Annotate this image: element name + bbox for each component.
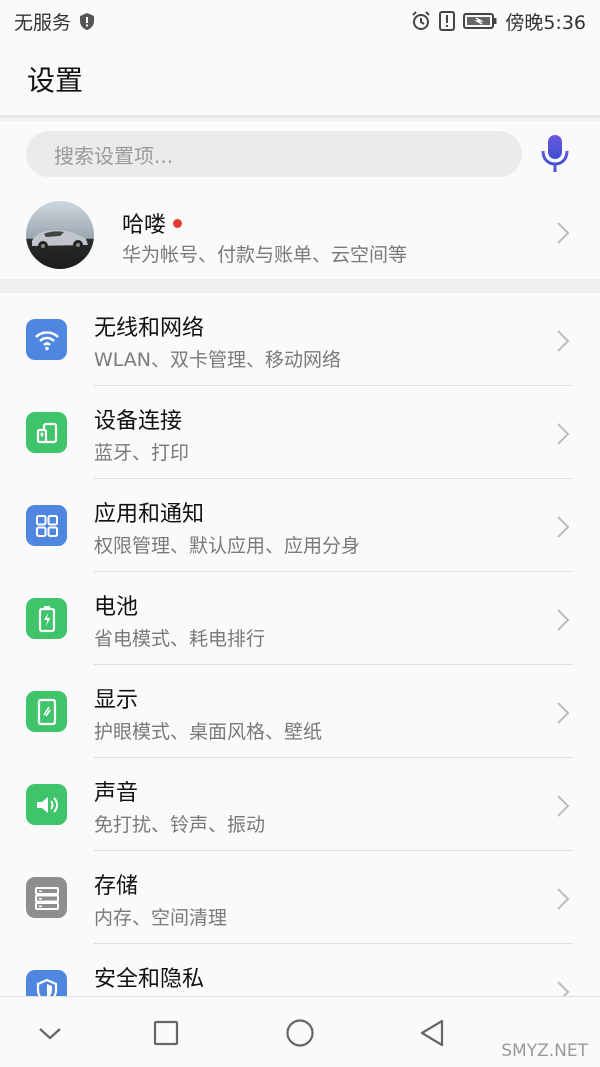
battery-icon [463,13,497,29]
chevron-down-icon[interactable] [33,1016,67,1050]
settings-item-battery[interactable]: 电池 省电模式、耗电排行 [0,572,600,665]
item-subtitle: 省电模式、耗电排行 [94,628,266,650]
item-title: 显示 [94,688,139,713]
item-subtitle: WLAN、双卡管理、移动网络 [94,349,342,371]
carrier-label: 无服务 [14,11,72,34]
section-gap [0,279,600,293]
chevron-right-icon [557,609,570,631]
back-triangle-icon[interactable] [416,1016,450,1050]
item-title: 设备连接 [94,409,183,434]
shield-icon [80,12,95,30]
settings-item-display[interactable]: 显示 护眼模式、桌面风格、壁纸 [0,665,600,758]
security-icon [26,970,67,996]
page-title: 设置 [27,63,84,97]
notification-dot [173,218,183,228]
square-icon[interactable] [149,1016,183,1050]
item-subtitle: 内存、空间清理 [94,907,228,929]
microphone-icon[interactable] [540,133,570,175]
circle-icon[interactable] [283,1016,317,1050]
chevron-right-icon [557,795,570,817]
settings-item-wireless[interactable]: 无线和网络 WLAN、双卡管理、移动网络 [0,293,600,386]
settings-item-device-connection[interactable]: 设备连接 蓝牙、打印 [0,386,600,479]
chevron-right-icon [557,981,570,996]
storage-icon [26,877,67,918]
item-title: 应用和通知 [94,502,205,527]
chevron-right-icon [557,423,570,445]
car-image [32,230,88,251]
search-placeholder: 搜索设置项... [54,143,174,168]
account-row[interactable]: 哈喽 华为帐号、付款与账单、云空间等 [0,187,600,279]
item-title: 电池 [94,595,139,620]
chevron-right-icon [557,516,570,538]
account-name-label: 哈喽 [122,213,167,238]
settings-item-storage[interactable]: 存储 内存、空间清理 [0,851,600,944]
device-connect-icon [26,412,67,453]
status-left: 无服务 [14,8,95,35]
item-title: 无线和网络 [94,316,205,341]
settings-item-apps[interactable]: 应用和通知 权限管理、默认应用、应用分身 [0,479,600,572]
chevron-right-icon [557,330,570,352]
item-subtitle: 护眼模式、桌面风格、壁纸 [94,721,323,743]
settings-item-sound[interactable]: 声音 免打扰、铃声、振动 [0,758,600,851]
chevron-right-icon [557,888,570,910]
account-name: 哈喽 [122,207,183,239]
avatar [26,201,94,269]
chevron-right-icon [557,222,570,244]
navigation-bar: SMYZ.NET [0,996,600,1067]
account-subtitle: 华为帐号、付款与账单、云空间等 [122,244,408,266]
display-icon [26,691,67,732]
item-title: 安全和隐私 [94,967,205,992]
search-area: 搜索设置项... [0,121,600,187]
item-subtitle: 免打扰、铃声、振动 [94,814,266,836]
chevron-right-icon [557,702,570,724]
alarm-icon [412,11,431,30]
speaker-icon [26,784,67,825]
item-title: 声音 [94,781,139,806]
watermark: SMYZ.NET [501,1041,588,1061]
header: 设置 [0,42,600,118]
wifi-icon [26,319,67,360]
search-input[interactable]: 搜索设置项... [26,131,522,177]
item-subtitle: 蓝牙、打印 [94,442,190,464]
status-bar: 无服务 傍晚5:36 [0,0,600,42]
settings-list: 无线和网络 WLAN、双卡管理、移动网络 设备连接 蓝牙、打印 应用和通知 权限… [0,293,600,996]
alert-icon [439,11,456,31]
settings-item-security[interactable]: 安全和隐私 [0,944,600,996]
clock-label: 傍晚5:36 [505,11,586,34]
apps-grid-icon [26,505,67,546]
item-subtitle: 权限管理、默认应用、应用分身 [94,535,361,557]
battery-icon [26,598,67,639]
status-right: 傍晚5:36 [411,8,586,35]
item-title: 存储 [94,874,139,899]
